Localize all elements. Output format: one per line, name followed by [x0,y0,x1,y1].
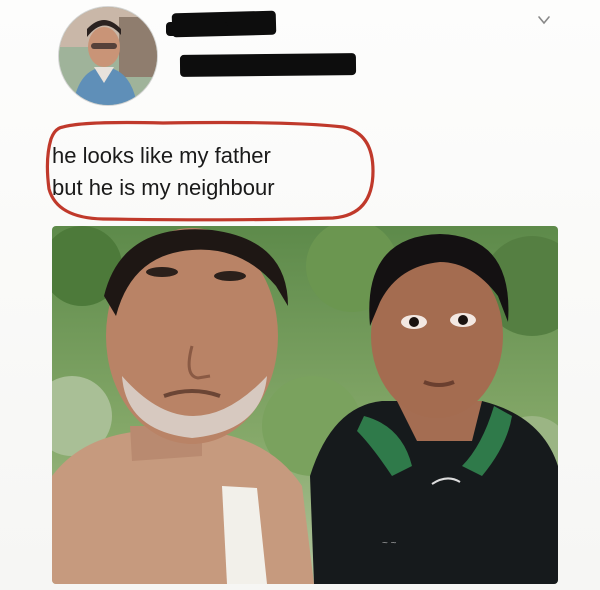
profile-avatar[interactable] [58,6,158,106]
chevron-down-icon[interactable] [536,12,552,28]
post-image[interactable]: ~ ~ [52,226,558,584]
tweet-card: he looks like my father but he is my nei… [0,0,600,590]
author-handle-redacted [179,53,357,77]
svg-text:~ ~: ~ ~ [382,538,397,549]
post-text-line-2: but he is my neighbour [52,175,275,200]
selfie-photo-icon: ~ ~ [52,226,558,584]
profile-photo-icon [59,7,157,105]
author-name-redacted [166,22,228,36]
post-text-line-1: he looks like my father [52,143,271,168]
post-text: he looks like my father but he is my nei… [52,140,275,204]
